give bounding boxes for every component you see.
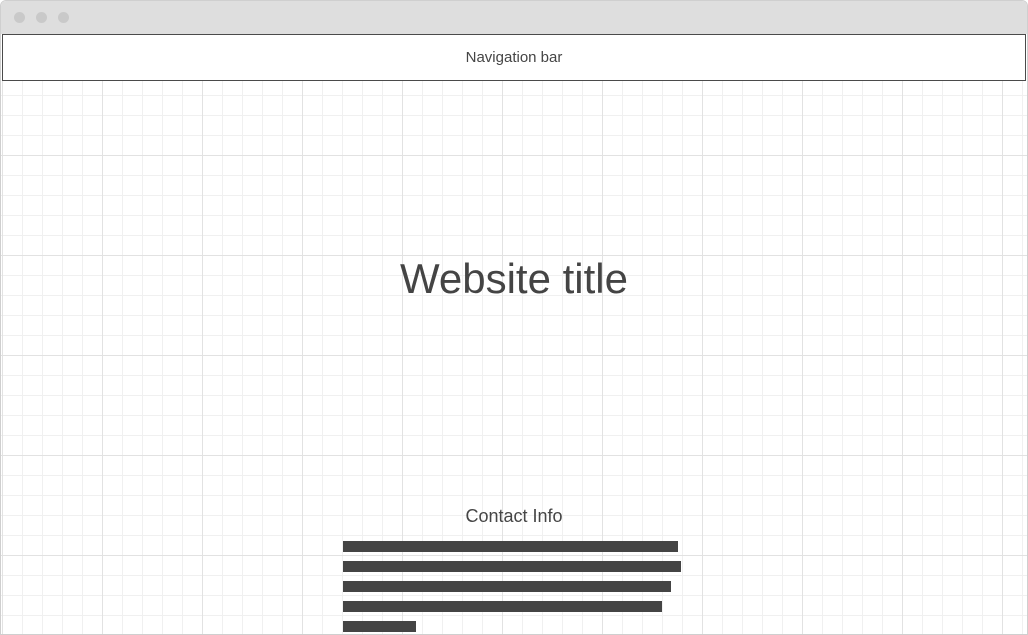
contact-text-line [343,581,671,592]
website-title: Website title [400,255,628,302]
minimize-window-dot[interactable] [36,12,47,23]
contact-text-line [343,541,678,552]
maximize-window-dot[interactable] [58,12,69,23]
browser-window: Navigation bar Website title Contact Inf… [0,0,1028,635]
contact-info-heading: Contact Info [465,506,563,526]
navigation-bar[interactable]: Navigation bar [2,34,1026,81]
close-window-dot[interactable] [14,12,25,23]
contact-text-line [343,601,662,612]
contact-text-line [343,561,681,572]
navigation-bar-label: Navigation bar [465,49,563,66]
contact-text-line [343,621,416,632]
page-content: Website title Contact Info [1,81,1027,634]
window-titlebar [1,1,1027,34]
